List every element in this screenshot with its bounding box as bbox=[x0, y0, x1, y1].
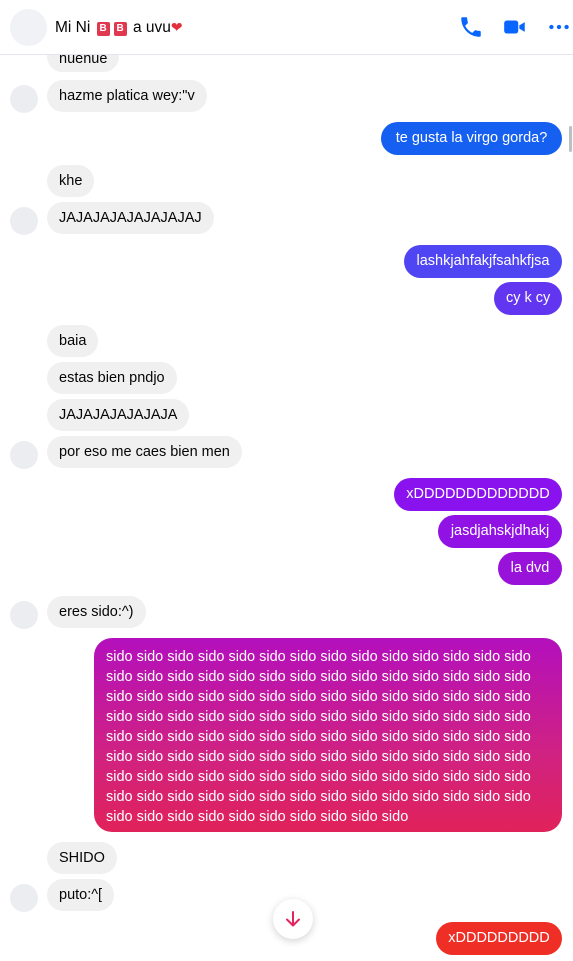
message-bubble-outgoing[interactable]: jasdjahskjdhakj bbox=[438, 515, 562, 548]
message-bubble-incoming[interactable]: SHIDO bbox=[47, 842, 117, 874]
message-bubble-incoming[interactable]: por eso me caes bien men bbox=[47, 436, 242, 468]
message-bubble-outgoing[interactable]: cy k cy bbox=[494, 282, 562, 315]
scrollbar[interactable] bbox=[567, 56, 573, 961]
sender-avatar[interactable] bbox=[10, 601, 38, 629]
sender-avatar[interactable] bbox=[10, 441, 38, 469]
contact-avatar[interactable] bbox=[10, 9, 47, 46]
scrollbar-thumb[interactable] bbox=[569, 126, 572, 152]
message-bubble-outgoing-long[interactable]: sido sido sido sido sido sido sido sido … bbox=[94, 638, 562, 832]
message-bubble-incoming[interactable]: JAJAJAJAJAJAJA bbox=[47, 399, 190, 431]
message-bubble-incoming[interactable]: puto:^[ bbox=[47, 879, 115, 911]
message-bubble-outgoing[interactable]: lashkjahfakjfsahkfjsa bbox=[404, 245, 562, 278]
arrow-down-icon bbox=[286, 911, 300, 927]
heart-emoji: ❤ bbox=[170, 19, 183, 35]
b-emoji-badge: B bbox=[113, 22, 127, 36]
video-call-button[interactable] bbox=[502, 14, 528, 40]
message-bubble-incoming[interactable]: JAJAJAJAJAJAJAJAJ bbox=[47, 202, 214, 234]
message-bubble-incoming[interactable]: eres sido:^) bbox=[47, 596, 146, 628]
message-bubble-outgoing[interactable]: te gusta la virgo gorda? bbox=[381, 122, 562, 155]
more-options-button[interactable] bbox=[546, 14, 572, 40]
message-bubble-incoming[interactable]: estas bien pndjo bbox=[47, 362, 177, 394]
video-icon bbox=[504, 20, 525, 34]
contact-name[interactable]: Mi Ni BB a uvu❤ bbox=[55, 19, 183, 37]
message-bubble-incoming[interactable]: baia bbox=[47, 325, 99, 357]
message-bubble-incoming[interactable]: hazme platica wey:"v bbox=[47, 80, 207, 112]
message-bubble-outgoing[interactable]: xDDDDDDDDDDDDD bbox=[394, 478, 562, 511]
scroll-to-bottom-button[interactable] bbox=[273, 899, 313, 939]
message-bubble-incoming[interactable]: khe bbox=[47, 165, 95, 197]
more-icon bbox=[549, 24, 569, 30]
phone-icon bbox=[461, 17, 481, 37]
sender-avatar[interactable] bbox=[10, 85, 38, 113]
sender-avatar[interactable] bbox=[10, 884, 38, 912]
contact-name-part2: a uvu bbox=[132, 19, 171, 36]
chat-header: Mi Ni BB a uvu❤ bbox=[0, 0, 573, 55]
sender-avatar[interactable] bbox=[10, 207, 38, 235]
contact-name-part1: Mi Ni bbox=[55, 19, 91, 36]
message-bubble-outgoing[interactable]: xDDDDDDDDD bbox=[436, 922, 562, 955]
message-bubble-outgoing[interactable]: la dvd bbox=[498, 552, 562, 585]
b-emoji-badge: B bbox=[96, 22, 110, 36]
phone-call-button[interactable] bbox=[458, 14, 484, 40]
